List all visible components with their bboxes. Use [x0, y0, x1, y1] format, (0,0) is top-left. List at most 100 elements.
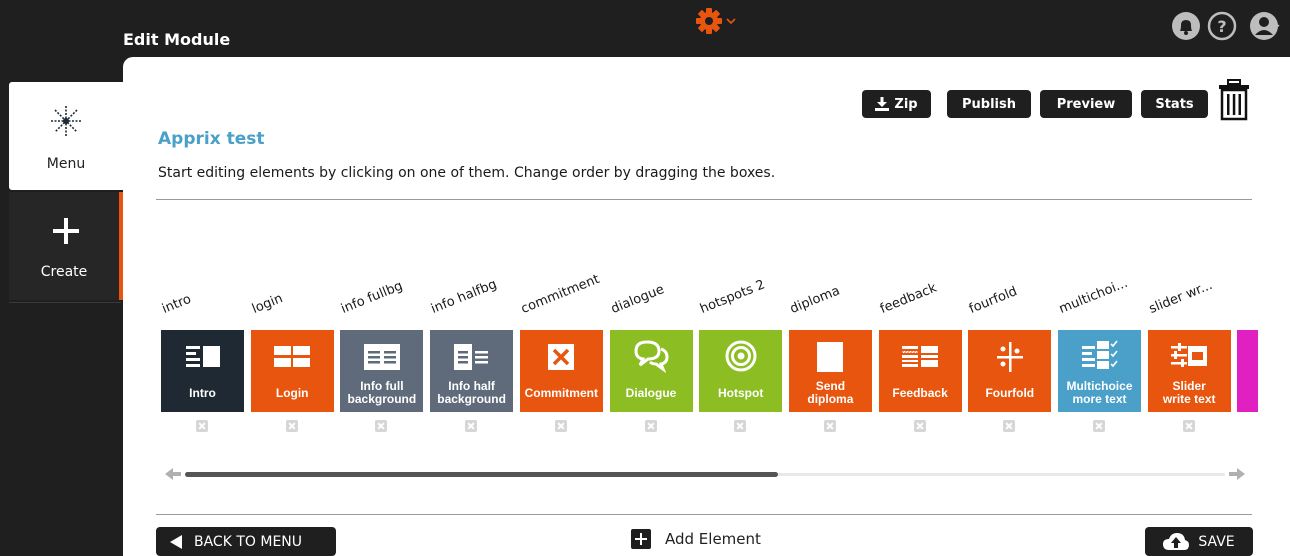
element-item: intro Intro — [156, 237, 246, 437]
element-caption: Fourfold — [968, 376, 1051, 410]
element-item: slider wr... Slider write text — [1143, 237, 1233, 437]
element-glyph — [879, 340, 962, 378]
back-to-menu-button[interactable]: BACK TO MENU — [156, 527, 336, 556]
element-tile[interactable]: Slider write text — [1147, 330, 1231, 412]
element-caption: Info full background — [340, 376, 423, 410]
element-name-label: diploma — [787, 283, 843, 317]
element-tile[interactable]: Info full background — [340, 330, 424, 412]
scrollbar-thumb[interactable] — [185, 472, 778, 477]
remove-element-icon[interactable] — [644, 420, 657, 432]
diploma-icon — [817, 342, 844, 372]
remove-element-icon[interactable] — [913, 420, 926, 432]
scroll-left-arrow-icon[interactable] — [165, 467, 181, 481]
remove-element-icon[interactable] — [823, 420, 836, 432]
info-full-icon — [363, 344, 400, 370]
intro-icon — [185, 346, 220, 367]
remove-element-icon[interactable] — [554, 420, 567, 432]
divider — [156, 514, 1252, 515]
element-item: multichoi... Multichoice more text — [1053, 237, 1143, 437]
element-name-label: hotspots 2 — [698, 277, 768, 317]
element-glyph — [789, 340, 872, 378]
scroll-right-arrow-icon[interactable] — [1229, 467, 1245, 481]
chat-bubbles-icon — [634, 340, 669, 374]
element-tile[interactable] — [1237, 330, 1258, 412]
stats-label: Stats — [1155, 96, 1194, 112]
element-caption: Login — [251, 376, 334, 410]
remove-element-icon[interactable] — [285, 420, 298, 432]
element-glyph — [699, 340, 782, 378]
remove-element-icon[interactable] — [1093, 420, 1105, 432]
element-caption-line: background — [437, 392, 506, 406]
settings-button[interactable] — [694, 6, 744, 36]
element-glyph — [520, 340, 603, 378]
element-tile[interactable]: Dialogue — [609, 330, 693, 412]
preview-label: Preview — [1056, 96, 1116, 112]
login-icon — [274, 346, 311, 367]
gear-icon — [696, 8, 736, 34]
element-caption-line: Fourfold — [985, 385, 1035, 400]
element-caption-line: background — [347, 392, 417, 406]
save-label: SAVE — [1198, 533, 1235, 550]
element-glyph — [340, 340, 423, 378]
element-tile[interactable]: Multichoice more text — [1058, 330, 1141, 412]
element-glyph — [161, 340, 244, 378]
bell-icon[interactable] — [1170, 10, 1202, 42]
element-name-label: login — [249, 291, 285, 317]
element-name-label: fourfold — [967, 284, 1020, 317]
arrow-left-icon — [170, 534, 182, 549]
element-caption-line: more text — [1072, 392, 1127, 406]
stats-button[interactable]: Stats — [1141, 90, 1208, 118]
element-name-label: info fullbg — [339, 278, 406, 317]
sidebar-item-create[interactable]: Create — [9, 192, 123, 300]
user-avatar-icon[interactable] — [1242, 10, 1286, 42]
zip-button[interactable]: Zip — [862, 90, 931, 118]
remove-element-icon[interactable] — [1182, 420, 1195, 432]
element-caption-line: Dialogue — [625, 385, 677, 400]
preview-button[interactable]: Preview — [1040, 90, 1132, 118]
element-glyph — [251, 340, 334, 378]
slider-icon — [1171, 343, 1208, 367]
element-item: info fullbg Info full background — [335, 237, 425, 437]
save-button[interactable]: SAVE — [1145, 527, 1253, 556]
element-glyph — [968, 340, 1051, 378]
element-item: fourfold Fourfold — [963, 237, 1053, 437]
element-tile[interactable]: Hotspot — [699, 330, 783, 412]
element-tile[interactable]: Fourfold — [968, 330, 1052, 412]
element-caption: Intro — [161, 376, 244, 410]
element-tile[interactable]: Info half background — [430, 330, 514, 412]
element-tile[interactable]: Send diploma — [788, 330, 872, 412]
element-glyph — [430, 340, 513, 378]
element-caption: Slider write text — [1148, 376, 1231, 410]
sidebar-item-menu[interactable]: Menu — [9, 82, 123, 190]
element-tile[interactable]: Login — [250, 330, 334, 412]
element-caption-line: Commitment — [524, 385, 598, 400]
add-element-button[interactable]: Add Element — [631, 529, 761, 549]
cloud-upload-icon — [1163, 532, 1190, 550]
remove-element-icon[interactable] — [196, 420, 208, 432]
element-caption: Info half background — [430, 376, 513, 410]
download-icon — [875, 97, 890, 111]
remove-element-icon[interactable] — [1003, 420, 1016, 432]
element-tile[interactable]: Commitment — [519, 330, 603, 412]
element-name-label: slider wr... — [1146, 277, 1215, 317]
trash-icon[interactable] — [1217, 79, 1251, 121]
element-tile[interactable]: Feedback — [878, 330, 962, 412]
element-glyph — [610, 340, 693, 378]
element-tile[interactable]: Intro — [161, 330, 244, 412]
horizontal-scrollbar[interactable] — [185, 472, 1225, 477]
remove-element-icon[interactable] — [375, 420, 388, 432]
fourfold-icon — [996, 342, 1023, 372]
element-item — [1232, 237, 1258, 437]
element-caption-line: Hotspot — [718, 385, 764, 400]
element-item: commitment Commitment — [515, 237, 605, 437]
commitment-icon — [548, 344, 575, 370]
help-icon[interactable]: ? — [1206, 10, 1238, 42]
element-glyph — [1237, 340, 1258, 378]
remove-element-icon[interactable] — [734, 420, 747, 432]
sidebar-item-label: Menu — [46, 156, 86, 172]
publish-button[interactable]: Publish — [947, 90, 1031, 118]
element-caption: Commitment — [520, 376, 603, 410]
sidebar-divider — [9, 302, 121, 303]
element-strip: intro Intro login Login info fullbg Info full… — [156, 237, 1258, 437]
remove-element-icon[interactable] — [465, 420, 478, 432]
